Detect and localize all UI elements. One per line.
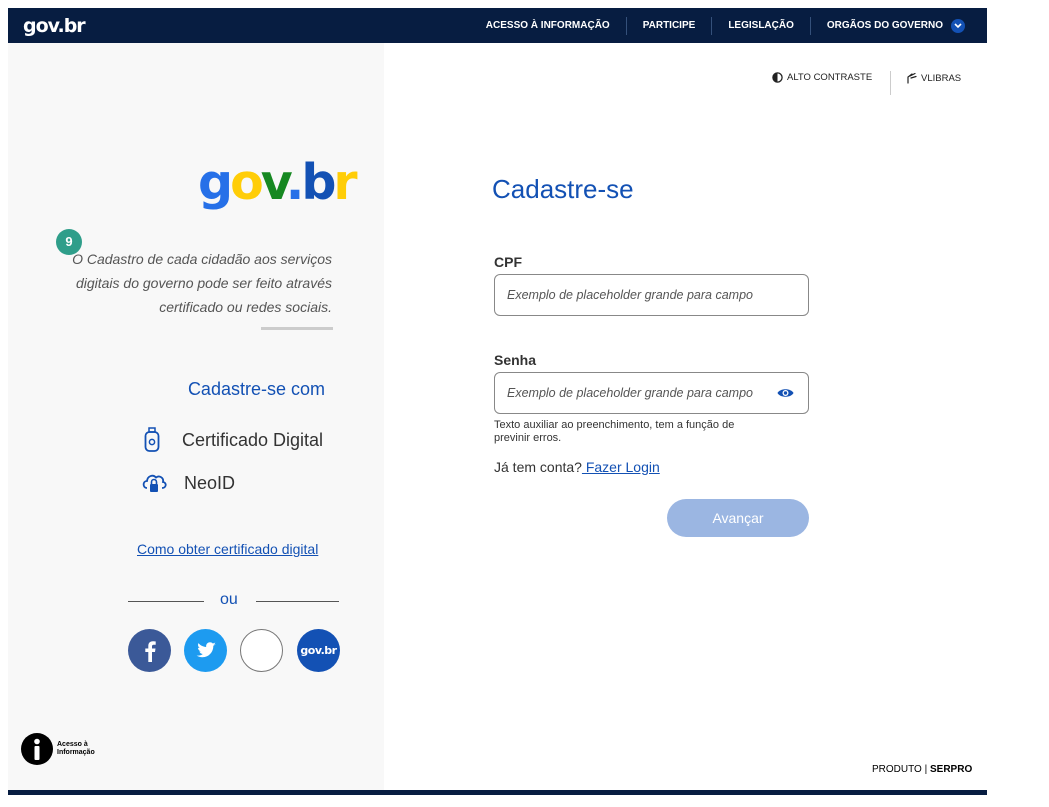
page-title: Cadastre-se <box>492 174 634 204</box>
senha-field <box>494 372 809 414</box>
option-neoid[interactable]: NeoID <box>141 471 235 495</box>
acesso-text: Acesso à Informação <box>57 741 95 756</box>
top-nav: ACESSO À INFORMAÇÃO PARTICIPE LEGISLAÇÃO… <box>470 8 965 43</box>
facebook-login-button[interactable] <box>128 629 171 672</box>
divider <box>256 601 339 602</box>
top-bar: gov.br ACESSO À INFORMAÇÃO PARTICIPE LEG… <box>8 8 987 43</box>
twitter-icon <box>196 641 216 657</box>
page: gov.br ACESSO À INFORMAÇÃO PARTICIPE LEG… <box>8 8 987 798</box>
nav-orgaos-governo[interactable]: ORGÃOS DO GOVERNO <box>811 17 951 35</box>
divider <box>261 327 333 330</box>
alto-contraste-label: ALTO CONTRASTE <box>787 72 873 83</box>
hand-icon <box>907 72 917 84</box>
govbr-login-button[interactable]: gov.br <box>297 629 340 672</box>
acesso-informacao-logo[interactable]: Acesso à Informação <box>21 733 95 765</box>
nav-acesso-informacao[interactable]: ACESSO À INFORMAÇÃO <box>470 16 627 35</box>
info-icon <box>21 733 53 765</box>
ou-separator: ou <box>220 591 238 608</box>
govbr-logo[interactable]: gov.br <box>23 15 86 37</box>
certificado-help-link[interactable]: Como obter certificado digital <box>137 541 318 557</box>
help-text: Texto auxiliar ao preenchimento, tem a f… <box>494 419 735 444</box>
produto-serpro: PRODUTO | SERPRO <box>872 764 973 775</box>
vlibras-label: VLIBRAS <box>921 72 962 84</box>
facebook-icon <box>144 640 156 662</box>
fazer-login-link[interactable]: Fazer Login <box>582 459 660 475</box>
bottom-bar <box>8 790 987 795</box>
vlibras-toggle[interactable]: VLIBRAS <box>906 72 961 84</box>
login-prompt: Já tem conta? <box>494 459 582 475</box>
alto-contraste-toggle[interactable]: ALTO CONTRASTE <box>772 72 872 83</box>
intro-text: O Cadastro de cada cidadão aos serviços … <box>72 251 332 315</box>
cpf-label: CPF <box>494 254 522 270</box>
option-label: NeoID <box>184 472 236 493</box>
eye-icon[interactable] <box>777 386 794 404</box>
senha-label: Senha <box>494 352 537 368</box>
govbr-big-logo: gov.br <box>198 154 358 211</box>
cadastre-com-heading: Cadastre-se com <box>187 379 325 399</box>
option-certificado-digital[interactable]: Certificado Digital <box>144 427 323 453</box>
google-login-button[interactable] <box>240 629 283 672</box>
cloud-lock-icon <box>141 471 167 495</box>
nav-legislacao[interactable]: LEGISLAÇÃO <box>712 16 811 35</box>
option-label: Certificado Digital <box>182 429 324 450</box>
senha-input[interactable] <box>507 373 767 413</box>
usb-token-icon <box>144 427 160 453</box>
chevron-down-icon[interactable] <box>951 18 965 33</box>
left-panel: gov.br 9 O Cadastro de cada cidadão aos … <box>8 43 384 790</box>
divider <box>890 71 891 95</box>
cpf-input[interactable] <box>507 275 767 315</box>
login-row: Já tem conta? Fazer Login <box>494 459 660 475</box>
divider <box>128 601 204 602</box>
govbr-icon: gov.br <box>300 644 337 657</box>
nav-participe[interactable]: PARTICIPE <box>627 16 713 35</box>
avancar-button[interactable]: Avançar <box>667 499 809 537</box>
twitter-login-button[interactable] <box>184 629 227 672</box>
cpf-field <box>494 274 809 316</box>
contrast-icon <box>772 72 783 83</box>
